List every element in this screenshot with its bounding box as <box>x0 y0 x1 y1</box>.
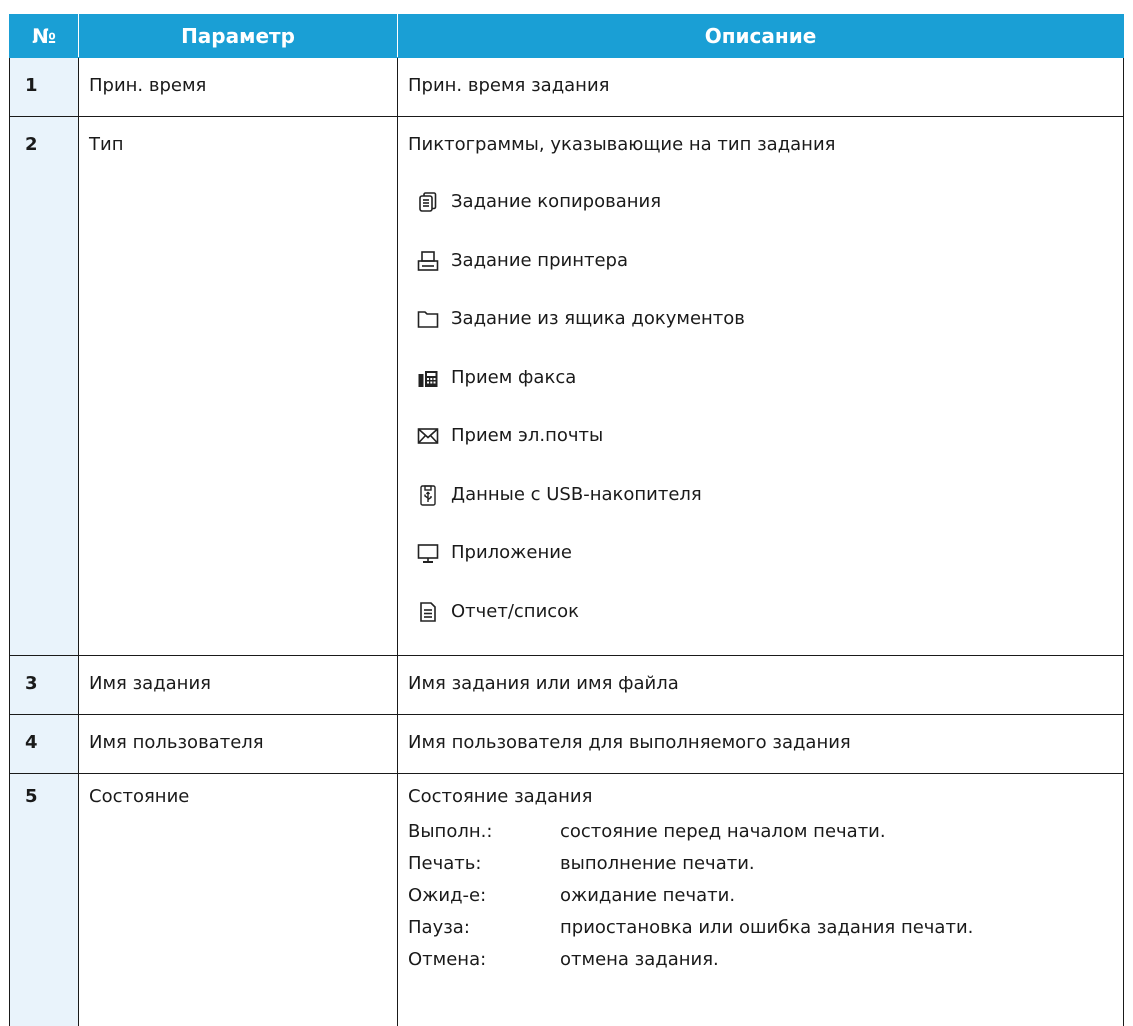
row-number: 1 <box>10 58 79 117</box>
status-item: Ожид-е: ожидание печати. <box>408 880 1123 912</box>
status-value: выполнение печати. <box>560 848 755 880</box>
row-number: 2 <box>10 117 79 656</box>
copy-job-icon <box>417 191 439 213</box>
row-number: 3 <box>10 656 79 715</box>
list-item: Прием факса <box>408 349 1123 408</box>
row-parameter: Состояние <box>79 774 398 1026</box>
status-key: Отмена: <box>408 944 560 976</box>
list-item: Задание принтера <box>408 232 1123 291</box>
status-key: Печать: <box>408 848 560 880</box>
list-item: Задание копирования <box>408 173 1123 232</box>
job-type-label: Задание из ящика документов <box>451 308 745 330</box>
table-row: 1 Прин. время Прин. время задания <box>10 58 1124 117</box>
table-header-row: № Параметр Описание <box>10 15 1124 58</box>
status-item: Выполн.: состояние перед началом печати. <box>408 816 1123 848</box>
row-parameter: Тип <box>79 117 398 656</box>
job-type-label: Приложение <box>451 542 572 564</box>
status-value: ожидание печати. <box>560 880 735 912</box>
row-description: Пиктограммы, указывающие на тип задания <box>408 134 1123 156</box>
table-row: 2 Тип Пиктограммы, указывающие на тип за… <box>10 117 1124 656</box>
job-parameters-table: № Параметр Описание 1 Прин. время Прин. … <box>9 14 1124 1026</box>
status-list: Выполн.: состояние перед началом печати.… <box>408 816 1123 976</box>
row-number: 4 <box>10 715 79 774</box>
status-value: приостановка или ошибка задания печати. <box>560 912 973 944</box>
list-item: Данные с USB-накопителя <box>408 466 1123 525</box>
status-key: Ожид-е: <box>408 880 560 912</box>
status-value: отмена задания. <box>560 944 719 976</box>
status-key: Пауза: <box>408 912 560 944</box>
usb-drive-icon <box>417 484 439 506</box>
table-row: 3 Имя задания Имя задания или имя файла <box>10 656 1124 715</box>
header-param: Параметр <box>79 15 398 58</box>
envelope-icon <box>417 425 439 447</box>
list-item: Приложение <box>408 524 1123 583</box>
fax-icon <box>417 367 439 389</box>
list-item: Прием эл.почты <box>408 407 1123 466</box>
row-parameter: Прин. время <box>79 58 398 117</box>
job-type-label: Задание копирования <box>451 191 661 213</box>
table-row: 4 Имя пользователя Имя пользователя для … <box>10 715 1124 774</box>
job-type-label: Данные с USB-накопителя <box>451 484 702 506</box>
header-num: № <box>10 15 79 58</box>
list-item: Задание из ящика документов <box>408 290 1123 349</box>
job-type-list: Задание копирования Задание принтера <box>408 173 1123 641</box>
status-value: состояние перед началом печати. <box>560 816 886 848</box>
job-type-label: Прием эл.почты <box>451 425 603 447</box>
monitor-icon <box>417 542 439 564</box>
status-key: Выполн.: <box>408 816 560 848</box>
row-description: Имя задания или имя файла <box>398 656 1124 715</box>
folder-icon <box>417 308 439 330</box>
status-item: Пауза: приостановка или ошибка задания п… <box>408 912 1123 944</box>
status-item: Отмена: отмена задания. <box>408 944 1123 976</box>
table-row: 5 Состояние Состояние задания Выполн.: с… <box>10 774 1124 1026</box>
row-description-cell: Пиктограммы, указывающие на тип задания … <box>398 117 1124 656</box>
job-type-label: Задание принтера <box>451 250 628 272</box>
row-parameter: Имя задания <box>79 656 398 715</box>
job-type-label: Отчет/список <box>451 601 579 623</box>
row-description: Прин. время задания <box>398 58 1124 117</box>
row-description: Состояние задания <box>408 786 1123 808</box>
status-item: Печать: выполнение печати. <box>408 848 1123 880</box>
header-desc: Описание <box>398 15 1124 58</box>
printer-icon <box>417 250 439 272</box>
report-list-icon <box>417 601 439 623</box>
list-item: Отчет/список <box>408 583 1123 642</box>
job-type-label: Прием факса <box>451 367 576 389</box>
row-parameter: Имя пользователя <box>79 715 398 774</box>
row-description-cell: Состояние задания Выполн.: состояние пер… <box>398 774 1124 1026</box>
row-description: Имя пользователя для выполняемого задани… <box>398 715 1124 774</box>
row-number: 5 <box>10 774 79 1026</box>
